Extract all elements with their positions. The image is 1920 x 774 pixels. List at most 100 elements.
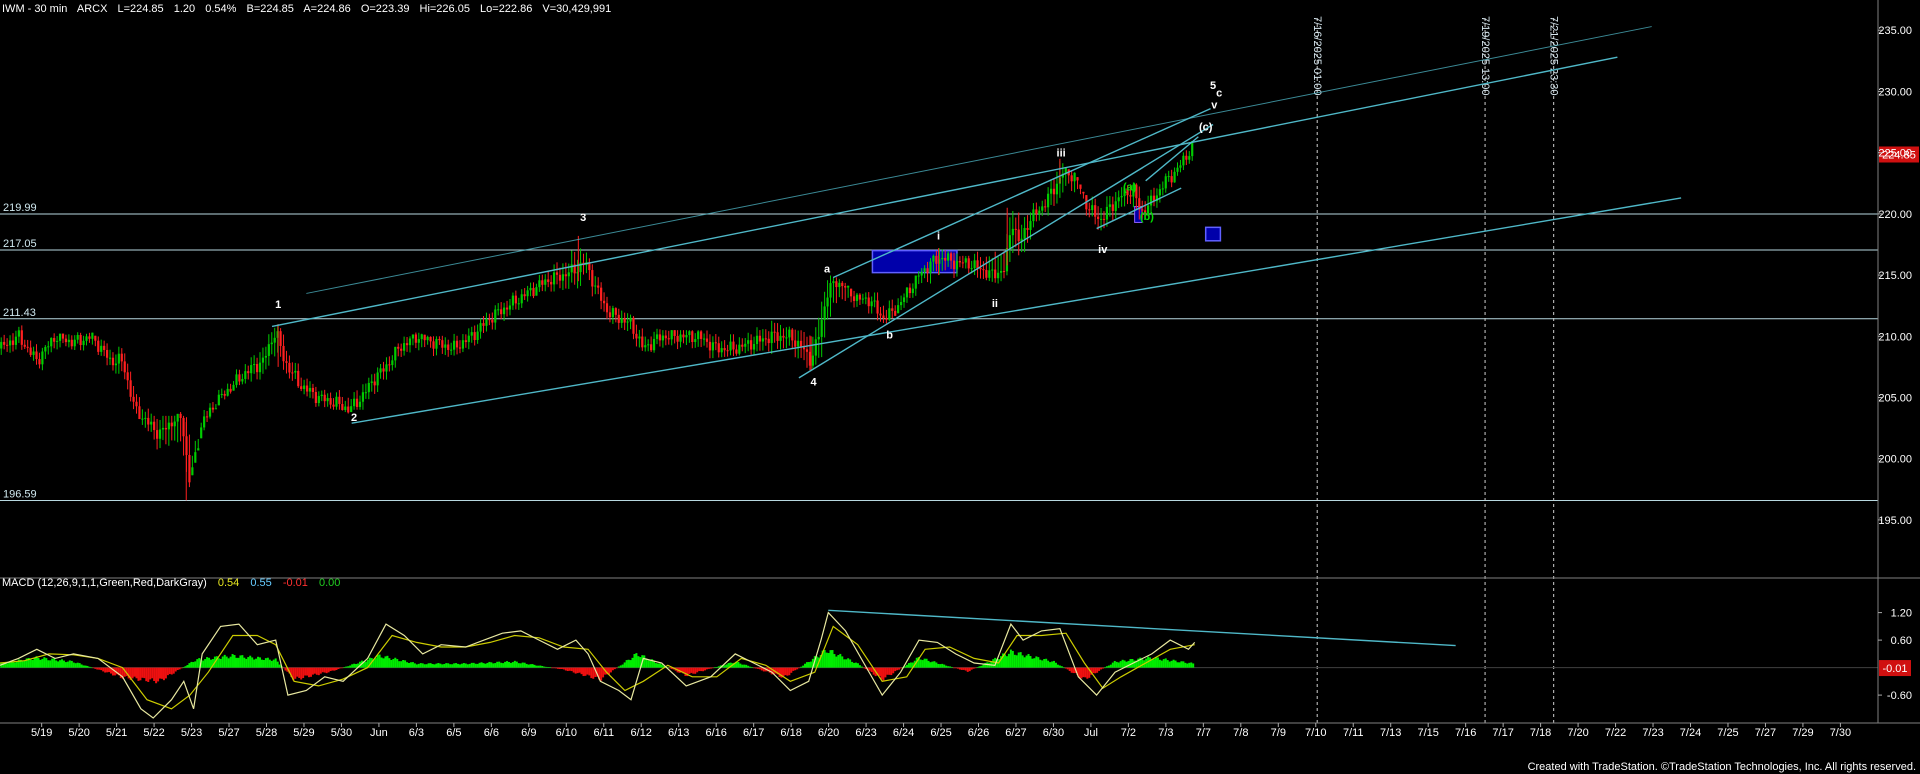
x-tick-label: 7/2 bbox=[1121, 727, 1136, 739]
macd-histogram-bar bbox=[525, 663, 528, 668]
macd-histogram-bar bbox=[1170, 660, 1173, 668]
price-bar bbox=[600, 287, 603, 301]
price-bar bbox=[502, 307, 506, 315]
macd-histogram-bar bbox=[970, 667, 973, 670]
macd-histogram-bar bbox=[555, 667, 558, 669]
macd-histogram-bar bbox=[394, 657, 397, 668]
macd-histogram-bar bbox=[839, 653, 842, 668]
macd-header: MACD (12,26,9,1,1,Green,Red,DarkGray) 0.… bbox=[2, 577, 340, 589]
price-bar bbox=[564, 274, 567, 277]
price-bar bbox=[629, 317, 632, 322]
price-bar bbox=[1173, 171, 1176, 183]
price-bar bbox=[561, 274, 565, 281]
price-bar bbox=[158, 429, 162, 439]
price-bar bbox=[714, 342, 717, 344]
price-bar bbox=[852, 296, 856, 301]
y-tick-label: 210.00 bbox=[1878, 331, 1912, 343]
price-bar bbox=[29, 347, 32, 355]
price-bar bbox=[288, 362, 291, 373]
macd-histogram-bar bbox=[408, 662, 411, 668]
x-tick-label: 6/23 bbox=[855, 727, 876, 739]
macd-histogram-bar bbox=[221, 656, 224, 668]
macd-histogram-bar bbox=[274, 658, 277, 668]
macd-histogram-bar bbox=[1098, 667, 1101, 671]
macd-histogram-bar bbox=[335, 667, 338, 671]
macd-histogram-bar bbox=[655, 663, 658, 668]
macd-histogram-bar bbox=[1035, 656, 1038, 668]
target-box[interactable] bbox=[1204, 226, 1222, 242]
price-bar bbox=[997, 272, 1000, 279]
macd-histogram-bar bbox=[57, 661, 60, 668]
macd-histogram-bar bbox=[476, 663, 479, 668]
price-bar bbox=[358, 401, 362, 407]
macd-value-1: 0.54 bbox=[218, 577, 239, 589]
macd-histogram-bar bbox=[1053, 660, 1056, 668]
price-bar bbox=[764, 338, 767, 340]
macd-histogram-bar bbox=[59, 660, 62, 668]
price-bar bbox=[173, 421, 176, 427]
macd-histogram-bar bbox=[51, 658, 54, 668]
macd-histogram-bar bbox=[980, 665, 983, 668]
macd-histogram-bar bbox=[633, 654, 636, 668]
price-bar bbox=[641, 336, 644, 348]
price-bar bbox=[500, 309, 503, 315]
macd-histogram-bar bbox=[284, 667, 287, 671]
price-bar bbox=[514, 295, 517, 304]
low: Lo=222.86 bbox=[480, 3, 532, 15]
macd-histogram-bar bbox=[715, 666, 718, 668]
macd-histogram-bar bbox=[98, 667, 101, 670]
macd-histogram-bar bbox=[247, 657, 250, 668]
macd-histogram-bar bbox=[551, 667, 554, 669]
macd-histogram-bar bbox=[217, 658, 220, 668]
chart-canvas: 219.99 217.05 211.43 196.59 7/16/2025 01:00 7… bbox=[0, 0, 1920, 774]
macd-histogram-bar bbox=[11, 661, 14, 668]
price-bar bbox=[55, 340, 59, 342]
price-bar bbox=[1041, 206, 1044, 211]
macd-histogram-bar bbox=[978, 666, 981, 668]
macd-histogram-bar bbox=[947, 666, 950, 668]
price-bar bbox=[735, 349, 738, 354]
price-bar bbox=[1149, 195, 1153, 206]
macd-histogram-bar bbox=[151, 667, 154, 679]
price-bar bbox=[8, 340, 12, 346]
macd-histogram-bar bbox=[658, 663, 661, 668]
price-bar bbox=[73, 339, 76, 347]
macd-histogram-bar bbox=[1109, 664, 1112, 668]
macd-histogram-bar bbox=[1078, 667, 1081, 678]
macd-histogram-bar bbox=[1151, 659, 1154, 668]
price-bar bbox=[605, 303, 609, 313]
price-bar bbox=[870, 301, 873, 307]
price-bar bbox=[999, 271, 1003, 273]
macd-histogram-bar bbox=[531, 664, 534, 668]
price-bar bbox=[758, 335, 762, 342]
price-bar bbox=[35, 351, 38, 360]
price-bar bbox=[282, 345, 285, 362]
price-bar bbox=[538, 280, 541, 288]
macd-histogram-bar bbox=[1045, 658, 1048, 668]
price-bar bbox=[785, 337, 788, 339]
macd-histogram-bar bbox=[705, 667, 708, 670]
price-bar bbox=[523, 294, 526, 297]
price-bar bbox=[435, 338, 438, 349]
price-bar bbox=[847, 285, 850, 288]
macd-histogram-bar bbox=[572, 667, 575, 673]
price-bar bbox=[317, 396, 320, 404]
price-bar bbox=[894, 310, 897, 316]
price-bar bbox=[417, 339, 420, 343]
price-bar bbox=[679, 334, 682, 342]
macd-histogram-bar bbox=[698, 667, 701, 672]
price-bar bbox=[591, 270, 594, 287]
price-bar bbox=[82, 340, 85, 346]
macd-histogram-bar bbox=[170, 667, 173, 675]
macd-histogram-bar bbox=[566, 667, 569, 672]
macd-histogram-bar bbox=[619, 665, 622, 668]
macd-histogram-bar bbox=[1100, 667, 1103, 670]
price-bar bbox=[555, 272, 559, 275]
macd-histogram-bar bbox=[1005, 656, 1008, 668]
macd-histogram-bar bbox=[257, 656, 260, 668]
price-bar bbox=[855, 294, 859, 301]
price-bar bbox=[955, 260, 959, 270]
price-bar bbox=[902, 297, 906, 303]
macd-histogram-bar bbox=[521, 662, 524, 668]
x-tick-label: 5/27 bbox=[218, 727, 239, 739]
